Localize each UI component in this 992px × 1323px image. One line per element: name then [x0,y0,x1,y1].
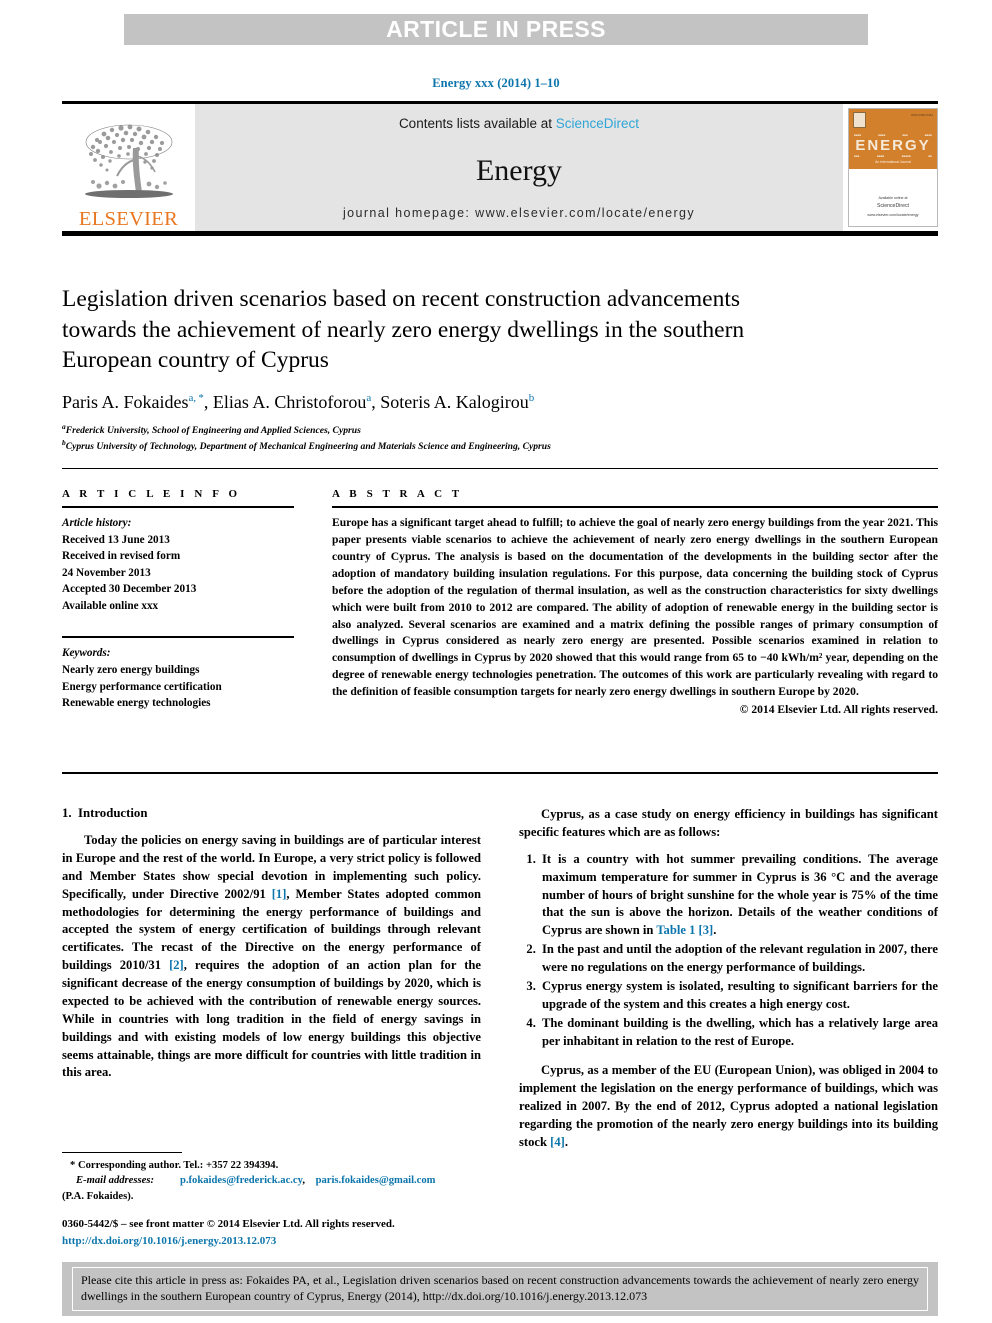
cover-topic-row-bottom: ■■■ ■■■■ ■■■■■ ■■ [854,154,932,158]
cite-this-article-text: Please cite this article in press as: Fo… [72,1267,928,1311]
contents-available-line: Contents lists available at ScienceDirec… [195,116,843,131]
keyword-item: Energy performance certification [62,680,222,693]
email-owner: (P.A. Fokaides). [62,1190,134,1202]
intro-paragraph-3: Cyprus, as a member of the EU (European … [519,1062,938,1151]
section-title-introduction: 1. Introduction [62,806,148,820]
email-link-1[interactable]: p.fokaides@frederick.ac.cy [180,1175,302,1186]
journal-title: Energy [475,154,563,187]
email-separator: , [302,1175,305,1187]
list-item: In the past and until the adoption of th… [539,941,938,977]
journal-info-panel: Contents lists available at ScienceDirec… [195,104,843,231]
history-item: Available online xxx [62,599,159,612]
corresponding-author-footnote: * Corresponding author. Tel.: +357 22 39… [62,1152,481,1204]
list-item: It is a country with hot summer prevaili… [539,851,938,940]
issn-line: 0360-5442/$ – see front matter © 2014 El… [62,1218,395,1230]
intro-paragraph-2: Cyprus, as a case study on energy effici… [519,807,938,839]
article-info-heading: A R T I C L E I N F O [62,488,241,500]
cover-issn-text: ISSN 0360-5442 [910,113,933,117]
keywords-label: Keywords: [62,647,111,660]
corresponding-author-line: * Corresponding author. Tel.: +357 22 39… [70,1160,279,1171]
cover-foot-line3: www.elsevier.com/locate/energy [867,213,919,218]
journal-homepage-line[interactable]: journal homepage: www.elsevier.com/locat… [195,206,843,220]
sciencedirect-link[interactable]: ScienceDirect [556,116,639,131]
article-in-press-banner: ARTICLE IN PRESS [124,14,868,45]
footnote-rule [62,1152,182,1153]
history-item: Received in revised form [62,550,181,563]
abstract-copyright: © 2014 Elsevier Ltd. All rights reserved… [739,703,938,717]
list-item-text: It is a country with hot summer prevaili… [542,851,938,938]
cover-footer: Available online at ScienceDirect www.el… [849,195,937,219]
journal-reference-line: Energy xxx (2014) 1–10 [432,76,560,90]
abstract-column: A B S T R A C T Europe has a significant… [332,488,938,716]
journal-cover-thumbnail: ISSN 0360-5442 ■■■■ ■■■■ ■■■ ■■■■ ENERGY ■■… [848,108,938,227]
header-divider-rule [62,468,938,469]
abstract-heading: A B S T R A C T [332,488,463,500]
email-addresses-line: E-mail addresses: p.fokaides@frederick.a… [62,1173,481,1188]
cyprus-features-list: It is a country with hot summer prevaili… [519,851,938,1051]
cite-this-article-box: Please cite this article in press as: Fo… [62,1262,938,1316]
email-link-2[interactable]: paris.fokaides@gmail.com [316,1175,436,1186]
cover-foot-line1: Available online at [878,196,908,201]
history-item: 24 November 2013 [62,566,151,579]
affiliation-a-text: Frederick University, School of Engineer… [65,425,361,437]
abstract-bottom-rule [62,772,938,774]
author-list: Paris A. Fokaidesa, *, Elias A. Christof… [62,391,535,412]
footnote-text: * Corresponding author. Tel.: +357 22 39… [62,1158,481,1204]
article-info-column: A R T I C L E I N F O Article history: R… [62,488,294,716]
abstract-text: Europe has a significant target ahead to… [332,516,938,699]
journal-masthead: ELSEVIER Contents lists available at Sci… [62,101,938,236]
article-header: Legislation driven scenarios based on re… [62,284,938,454]
list-item-text: The dominant building is the dwelling, w… [542,1015,938,1048]
affiliation-b-text: Cyprus University of Technology, Departm… [65,441,551,453]
body-two-column-layout: 1. Introduction Today the policies on en… [62,806,938,1161]
abstract-rule [332,506,938,508]
list-item: The dominant building is the dwelling, w… [539,1015,938,1051]
cover-tagline: An International Journal [875,160,911,164]
elsevier-wordmark: ELSEVIER [78,207,179,230]
list-item-text: In the past and until the adoption of th… [542,942,938,974]
article-history-block: Article history: Received 13 June 2013 R… [62,515,294,614]
paper-page: ARTICLE IN PRESS Energy xxx (2014) 1–10 [0,0,992,1323]
body-right-column: Cyprus, as a case study on energy effici… [519,806,938,1161]
email-label: E-mail addresses: [76,1175,154,1187]
issn-copyright-block: 0360-5442/$ – see front matter © 2014 El… [62,1216,562,1249]
cover-elsevier-mark-icon [853,112,866,128]
intro-p3-part2: . [564,1134,568,1149]
info-abstract-section: A R T I C L E I N F O Article history: R… [62,488,938,716]
doi-link[interactable]: http://dx.doi.org/10.1016/j.energy.2013.… [62,1235,276,1247]
history-item: Accepted 30 December 2013 [62,583,197,596]
citation-ref-1[interactable]: [1] [272,887,287,901]
cover-foot-line2: ScienceDirect [876,203,909,210]
table-1-link[interactable]: Table 1 [3] [656,923,713,937]
intro-p1-part3: , requires the adoption of an action pla… [62,958,481,1080]
keywords-block: Keywords: Nearly zero energy buildings E… [62,645,294,711]
elsevier-tree-icon [84,124,173,198]
keywords-rule [62,636,294,639]
intro-p3-part1: Cyprus, as a member of the EU (European … [519,1063,938,1149]
article-info-rule [62,506,294,508]
elsevier-logo: ELSEVIER [62,104,195,231]
list-item-text: Cyprus energy system is isolated, result… [542,978,938,1011]
article-title: Legislation driven scenarios based on re… [62,286,745,374]
list-item-tail: . [713,923,717,938]
article-history-label: Article history: [62,517,132,529]
keyword-item: Nearly zero energy buildings [62,664,200,677]
affiliations: aFrederick University, School of Enginee… [62,422,938,454]
citation-ref-2[interactable]: [2] [169,958,184,972]
body-left-column: 1. Introduction Today the policies on en… [62,806,481,1161]
citation-ref-4[interactable]: [4] [550,1135,565,1149]
email-values: p.fokaides@frederick.ac.cy, paris.fokaid… [180,1173,436,1188]
intro-paragraph-1: Today the policies on energy saving in b… [62,832,481,1082]
journal-cover-cell: ISSN 0360-5442 ■■■■ ■■■■ ■■■ ■■■■ ENERGY ■■… [843,104,938,231]
affiliation-b: bCyprus University of Technology, Depart… [62,438,938,454]
affiliation-a: aFrederick University, School of Enginee… [62,422,938,438]
contents-prefix: Contents lists available at [398,116,556,131]
list-item: Cyprus energy system is isolated, result… [539,978,938,1014]
cover-energy-wordmark: ENERGY [855,137,931,154]
keyword-item: Renewable energy technologies [62,697,211,710]
article-in-press-label: ARTICLE IN PRESS [386,16,606,42]
history-item: Received 13 June 2013 [62,533,170,546]
